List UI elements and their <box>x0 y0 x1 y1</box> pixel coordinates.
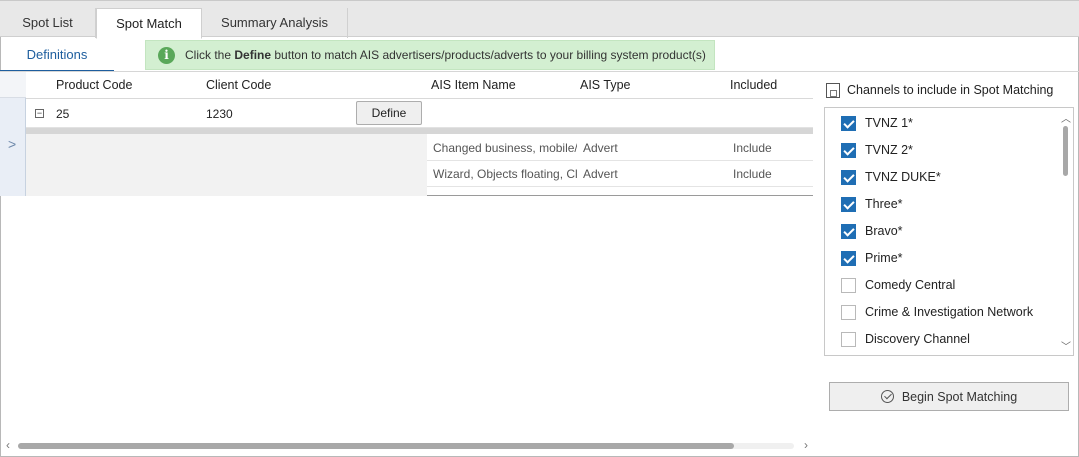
channels-icon <box>826 82 840 98</box>
channel-item[interactable]: Three* <box>841 195 903 213</box>
checkbox-unchecked-icon[interactable] <box>841 331 856 347</box>
detail-included: Include <box>733 141 772 155</box>
channel-item[interactable]: Crime & Investigation Network <box>841 303 1033 321</box>
scroll-down-icon[interactable]: ﹀ <box>1061 338 1071 353</box>
info-icon: i <box>158 46 175 64</box>
channel-label: TVNZ DUKE* <box>865 170 941 184</box>
channels-heading: Channels to include in Spot Matching <box>826 81 1053 99</box>
channel-item[interactable]: TVNZ DUKE* <box>841 168 941 186</box>
checkbox-checked-icon[interactable] <box>841 223 856 239</box>
column-header-ais-type[interactable]: AIS Type <box>580 72 631 98</box>
channel-label: Three* <box>865 197 903 211</box>
tab-bar: Spot List Spot Match Summary Analysis <box>0 0 1079 39</box>
tab-definitions[interactable]: Definitions <box>0 38 114 72</box>
row-selector-header <box>0 72 26 98</box>
header-divider <box>26 98 813 99</box>
tab-summary-analysis[interactable]: Summary Analysis <box>202 8 348 38</box>
horizontal-scrollbar[interactable]: ‹ › <box>4 438 810 453</box>
detail-ais-type: Advert <box>583 167 618 181</box>
channels-scrollbar[interactable]: ︿ ﹀ <box>1058 108 1072 355</box>
definitions-grid: > Product Code Client Code AIS Item Name… <box>0 72 813 196</box>
column-header-client-code[interactable]: Client Code <box>206 72 271 98</box>
channel-item[interactable]: Bravo* <box>841 222 903 240</box>
channel-item[interactable]: Prime* <box>841 249 903 267</box>
channel-label: TVNZ 2* <box>865 143 913 157</box>
channel-item[interactable]: TVNZ 2* <box>841 141 913 159</box>
info-text-bold: Define <box>234 48 272 62</box>
scroll-up-icon[interactable]: ︿ <box>1061 110 1071 125</box>
channel-label: Bravo* <box>865 224 903 238</box>
checkbox-checked-icon[interactable] <box>841 196 856 212</box>
tab-spot-match[interactable]: Spot Match <box>96 8 202 39</box>
detail-ais-item-name: Wizard, Objects floating, Cl <box>433 167 577 181</box>
checkbox-unchecked-icon[interactable] <box>841 304 856 320</box>
column-header-ais-item-name[interactable]: AIS Item Name <box>431 72 516 98</box>
channel-label: TVNZ 1* <box>865 116 913 130</box>
begin-spot-matching-label: Begin Spot Matching <box>901 389 1018 404</box>
cell-client-code: 1230 <box>206 107 233 121</box>
checkbox-unchecked-icon[interactable] <box>841 277 856 293</box>
checkbox-checked-icon[interactable] <box>841 250 856 266</box>
channel-label: Crime & Investigation Network <box>865 305 1034 319</box>
scroll-right-icon[interactable]: › <box>804 438 808 452</box>
channel-label: Comedy Central <box>865 278 956 292</box>
tab-spot-list[interactable]: Spot List <box>0 8 96 38</box>
scroll-left-icon[interactable]: ‹ <box>6 438 10 452</box>
checkbox-checked-icon[interactable] <box>841 115 856 131</box>
channel-label: Prime* <box>865 251 903 265</box>
detail-row[interactable]: Changed business, mobile/ Advert Include <box>427 135 813 161</box>
channel-item[interactable]: Comedy Central <box>841 276 955 294</box>
scrollbar-thumb[interactable] <box>1063 126 1068 176</box>
row-indicator-icon[interactable]: > <box>8 136 16 152</box>
info-text: Click the Define button to match AIS adv… <box>185 48 706 62</box>
define-button[interactable]: Define <box>356 101 422 125</box>
column-header-included[interactable]: Included <box>730 72 777 98</box>
channel-label: Discovery Channel <box>865 332 970 346</box>
begin-spot-matching-button[interactable]: Begin Spot Matching <box>829 382 1069 411</box>
info-text-suffix: button to match AIS advertisers/products… <box>271 48 706 62</box>
channel-item[interactable]: Discovery Channel <box>841 330 970 348</box>
info-banner: i Click the Define button to match AIS a… <box>145 40 715 70</box>
info-text-prefix: Click the <box>185 48 235 62</box>
row-selector-column: > <box>0 72 26 196</box>
detail-ais-type: Advert <box>583 141 618 155</box>
detail-ais-item-name: Changed business, mobile/ <box>433 141 577 155</box>
cell-product-code: 25 <box>56 107 70 121</box>
detail-included: Include <box>733 167 772 181</box>
scrollbar-thumb[interactable] <box>18 443 734 449</box>
column-header-product-code[interactable]: Product Code <box>56 72 132 98</box>
collapse-row-icon[interactable]: − <box>35 109 44 118</box>
check-circle-icon <box>880 390 894 403</box>
channel-item[interactable]: TVNZ 1* <box>841 114 913 132</box>
detail-indent <box>26 134 427 196</box>
checkbox-checked-icon[interactable] <box>841 142 856 158</box>
channels-title: Channels to include in Spot Matching <box>847 83 1054 97</box>
checkbox-checked-icon[interactable] <box>841 169 856 185</box>
detail-row[interactable]: Wizard, Objects floating, Cl Advert Incl… <box>427 161 813 187</box>
channels-list[interactable]: TVNZ 1* TVNZ 2* TVNZ DUKE* Three* Bravo*… <box>824 107 1074 356</box>
